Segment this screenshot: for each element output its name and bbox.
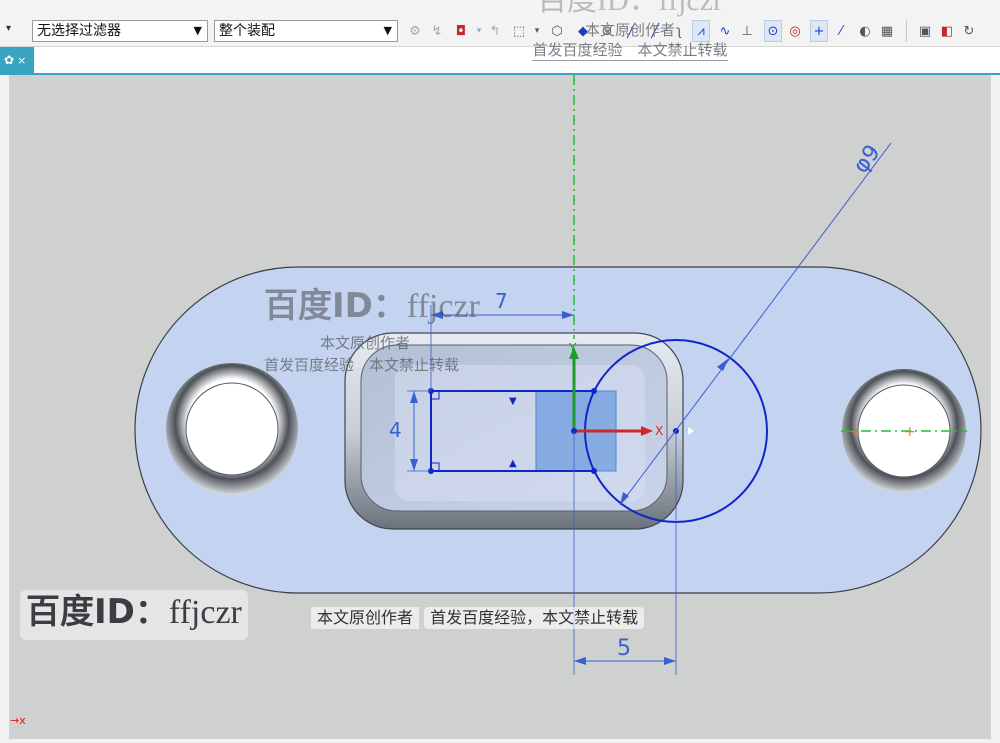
select-solid-icon[interactable]: ⬡ (548, 20, 566, 42)
nx-application-window: ▾ 无选择过滤器 ▼ 整个装配 ▼ ⚙ ↯ ◘ ▾ ↰ ⬚ ▾ ⬡ ◆ ⊛ ╱ … (0, 0, 1000, 743)
select-vertex-icon[interactable]: ⊛ (598, 20, 616, 42)
chevron-down-icon: ▼ (383, 24, 392, 37)
bottom-panel-edge (0, 739, 1000, 743)
graphics-window[interactable]: + + ▼ ▲ Y X φ9 7 4 5 (9, 75, 991, 739)
offset-dimension-text[interactable]: 5 (617, 636, 631, 661)
snap-point-icon[interactable]: ◘ (452, 20, 470, 42)
toolbar-overflow-icon[interactable]: ▾ (6, 23, 11, 34)
arc-center-icon[interactable]: ⊙ (764, 20, 782, 42)
toolbar-divider (906, 20, 907, 42)
view-triad-indicator: →x (10, 714, 26, 727)
x-axis-label: X (655, 424, 663, 438)
left-panel-edge (0, 75, 9, 739)
constraint-marker: ▼ (509, 396, 517, 407)
rotate-view-icon[interactable]: ↻ (960, 20, 978, 42)
existing-point-icon[interactable]: + (810, 20, 828, 42)
constraint-marker: ▲ (509, 458, 517, 469)
rectangle-select-icon[interactable]: ⬚ (510, 20, 528, 42)
midpoint-snap-icon[interactable]: ╱ (646, 20, 664, 42)
select-edge-icon[interactable]: ↰ (486, 20, 504, 42)
document-tab-bar: ✿ × (0, 47, 1000, 73)
diameter-dimension-text[interactable]: φ9 (849, 140, 886, 178)
fit-view-icon[interactable]: ▣ (916, 20, 934, 42)
hole-center-mark: + (849, 424, 861, 440)
chevron-down-icon[interactable]: ▾ (528, 20, 546, 42)
close-icon[interactable]: × (17, 54, 26, 67)
selection-scope-dropdown[interactable]: 整个装配 ▼ (214, 20, 398, 42)
select-features-icon[interactable]: ⚙ (406, 20, 424, 42)
spline-snap-icon[interactable]: ⩘ (692, 20, 710, 42)
tab-label: ✿ (4, 53, 15, 67)
endpoint-snap-icon[interactable]: ╱ (622, 20, 640, 42)
bounded-grid-icon[interactable]: ▦ (878, 20, 896, 42)
selection-toolbar: ▾ 无选择过滤器 ▼ 整个装配 ▼ ⚙ ↯ ◘ ▾ ↰ ⬚ ▾ ⬡ ◆ ⊛ ╱ … (0, 0, 1000, 47)
select-body-icon[interactable]: ◆ (574, 20, 592, 42)
selection-filter-dropdown[interactable]: 无选择过滤器 ▼ (32, 20, 208, 42)
selection-scope-value: 整个装配 (219, 23, 275, 39)
curve-snap-icon[interactable]: ʅ (670, 20, 688, 42)
select-bodies-icon[interactable]: ↯ (428, 20, 446, 42)
point-on-curve-icon[interactable]: ⁄ (832, 20, 850, 42)
dimension-arrowhead (664, 657, 676, 665)
sketch-scene[interactable]: + + ▼ ▲ Y X φ9 7 4 5 (9, 75, 991, 739)
selection-filter-value: 无选择过滤器 (37, 23, 121, 39)
zoom-window-icon[interactable]: ◧ (938, 20, 956, 42)
quadrant-point-icon[interactable]: ◎ (786, 20, 804, 42)
left-hole-inner (185, 382, 279, 476)
tangent-point-icon[interactable]: ⊥ (738, 20, 756, 42)
width-dimension-text[interactable]: 7 (495, 289, 508, 313)
chevron-down-icon: ▼ (193, 24, 202, 37)
curve-point-icon[interactable]: ∿ (716, 20, 734, 42)
point-on-face-icon[interactable]: ◐ (856, 20, 874, 42)
vertical-scrollbar[interactable] (991, 75, 1000, 739)
y-axis-label: Y (568, 341, 577, 355)
hole-center-mark: + (904, 424, 916, 440)
height-dimension-text[interactable]: 4 (389, 418, 402, 442)
tab-active-part[interactable]: ✿ × (0, 47, 34, 73)
dimension-arrowhead (574, 657, 586, 665)
